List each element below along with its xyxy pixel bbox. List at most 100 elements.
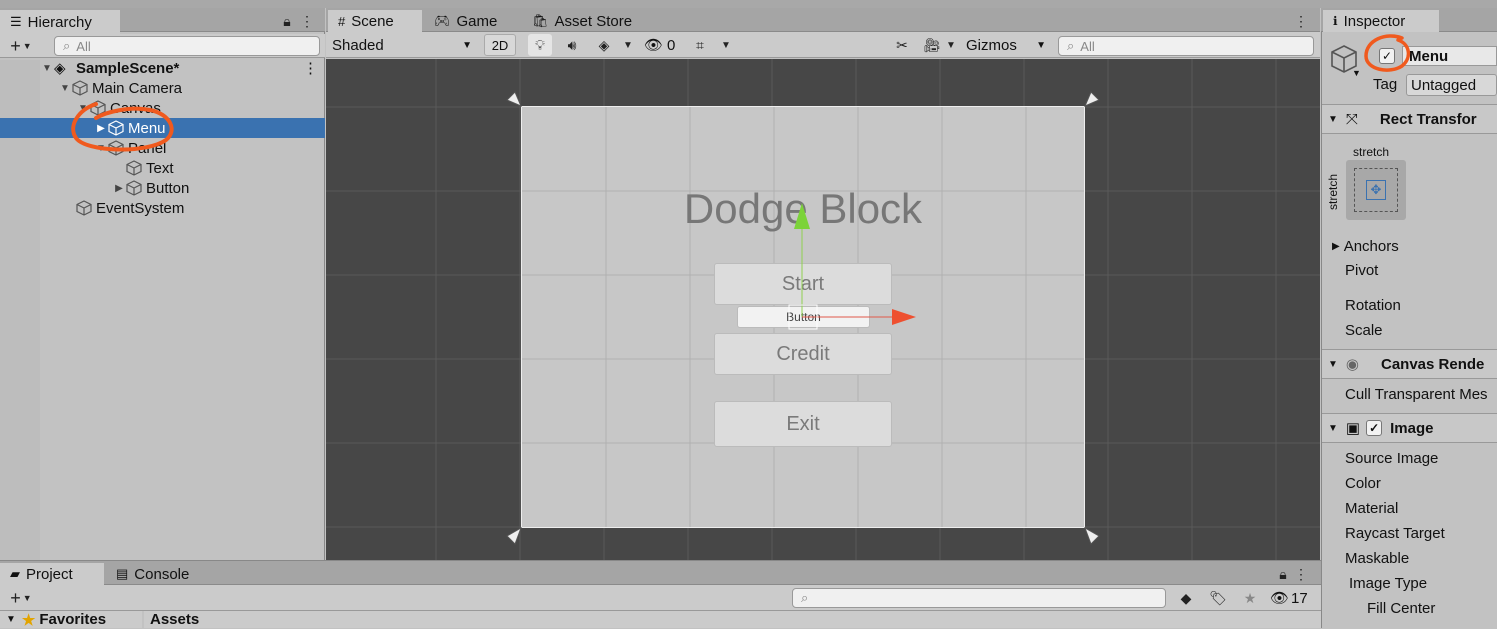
fill-center-row: Fill Center: [1367, 600, 1436, 617]
tree-item-text[interactable]: Text: [0, 158, 325, 178]
shading-dropdown[interactable]: Shaded ▼: [328, 34, 476, 56]
anchor-presets-button[interactable]: ✥: [1346, 160, 1406, 220]
canvas-renderer-header[interactable]: ▼ ◉ Canvas Rende: [1322, 349, 1497, 379]
tab-inspector[interactable]: ℹ Inspector: [1323, 10, 1439, 32]
gameobject-cube-icon: [90, 100, 106, 116]
chevron-down-icon[interactable]: ▼: [944, 34, 958, 56]
scene-root[interactable]: ▼ ◈ SampleScene* ⋮: [0, 58, 325, 78]
lighting-icon[interactable]: 💡︎: [528, 34, 552, 56]
search-icon: ⌕: [63, 38, 71, 53]
unity-scene-icon: ◈: [54, 60, 66, 77]
cull-row: Cull Transparent Mes: [1345, 386, 1488, 403]
more-icon[interactable]: ⋮: [1294, 565, 1308, 583]
console-icon: ▤: [116, 566, 129, 581]
favorites-row[interactable]: ▼ ★ Favorites: [0, 611, 142, 629]
expand-arrow-icon: ▶: [1332, 241, 1340, 252]
audio-icon[interactable]: 🔊︎: [560, 34, 584, 56]
more-icon[interactable]: ⋮: [303, 59, 318, 77]
rect-transform-icon: ⤧: [1345, 110, 1358, 128]
color-row: Color: [1345, 475, 1381, 492]
expand-arrow-icon[interactable]: ▶: [94, 123, 108, 134]
pivot-row: Pivot: [1345, 262, 1379, 279]
hidden-packages-toggle[interactable]: 👁︎ 17: [1270, 588, 1316, 608]
lock-icon[interactable]: 🔒︎: [280, 12, 294, 30]
info-icon: ℹ: [1333, 14, 1338, 28]
add-button[interactable]: + ▼: [6, 588, 36, 608]
list-icon: ☰: [10, 14, 22, 29]
expand-arrow-icon[interactable]: ▼: [40, 63, 54, 74]
folder-icon: ▰: [10, 566, 20, 581]
label-icon[interactable]: 🏷︎: [1208, 588, 1228, 608]
image-type-row: Image Type: [1349, 575, 1428, 592]
assets-breadcrumb[interactable]: Assets: [144, 611, 1321, 628]
anchor-preset-icon: ✥: [1354, 168, 1398, 212]
more-icon[interactable]: ⋮: [300, 12, 314, 30]
material-row: Material: [1345, 500, 1399, 517]
tree-item-eventsystem[interactable]: EventSystem: [0, 198, 325, 218]
stretch-side-label: stretch: [1326, 173, 1340, 210]
maskable-row: Maskable: [1345, 550, 1410, 567]
source-image-row: Source Image: [1345, 450, 1439, 467]
search-icon: ⌕: [801, 590, 809, 605]
tab-hierarchy[interactable]: ☰ Hierarchy: [0, 10, 120, 34]
tree-item-canvas[interactable]: ▼ Canvas: [0, 98, 325, 118]
tree-item-main-camera[interactable]: ▼ Main Camera: [0, 78, 325, 98]
hidden-objects-toggle[interactable]: 👁︎ 0: [644, 34, 684, 56]
expand-arrow-icon[interactable]: ▶: [112, 183, 126, 194]
rect-transform-header[interactable]: ▼ ⤧ Rect Transfor: [1322, 104, 1497, 134]
gameobject-cube-icon: [76, 200, 92, 216]
rotation-row: Rotation: [1345, 297, 1401, 314]
gameobject-cube-icon: [108, 140, 124, 156]
main-toolbar: [0, 0, 1497, 8]
chevron-down-icon[interactable]: ▼: [620, 34, 636, 56]
tag-label: Tag: [1373, 76, 1398, 93]
tag-dropdown[interactable]: Untagged: [1406, 74, 1497, 96]
eye-slash-icon: 👁︎: [644, 37, 664, 54]
gamepad-icon: 🎮︎: [434, 13, 451, 28]
hierarchy-search-input[interactable]: ⌕ All: [54, 36, 320, 56]
object-name-field[interactable]: Menu: [1402, 46, 1497, 66]
tab-project[interactable]: ▰ Project: [0, 563, 104, 585]
tab-scene[interactable]: # Scene: [328, 10, 422, 32]
shopping-bag-icon: 🛍︎: [532, 13, 549, 28]
2d-toggle[interactable]: 2D: [484, 34, 516, 56]
add-button[interactable]: + ▼: [6, 36, 36, 56]
eye-slash-icon: 👁︎: [1270, 590, 1290, 607]
image-header[interactable]: ▼ ▣ ✓ Image: [1322, 413, 1497, 443]
raycast-target-row: Raycast Target: [1345, 525, 1445, 542]
gizmos-dropdown[interactable]: Gizmos ▼: [962, 34, 1050, 56]
image-icon: ▣: [1345, 420, 1361, 437]
active-checkbox[interactable]: ✓: [1379, 48, 1395, 64]
chevron-down-icon[interactable]: ▼: [1352, 68, 1361, 78]
expand-arrow-icon: ▼: [1328, 113, 1338, 125]
tree-item-panel[interactable]: ▼ Panel: [0, 138, 325, 158]
star-icon[interactable]: ★: [1240, 588, 1260, 608]
anchors-row[interactable]: ▶ Anchors: [1322, 234, 1497, 259]
scale-row: Scale: [1345, 322, 1383, 339]
grid-snap-icon[interactable]: ⌗: [688, 34, 712, 56]
tab-asset-store[interactable]: 🛍︎ Asset Store: [522, 10, 642, 32]
tree-item-button[interactable]: ▶ Button: [0, 178, 325, 198]
tree-item-menu[interactable]: ▶ Menu: [0, 118, 325, 138]
scene-search-input[interactable]: ⌕ All: [1058, 36, 1314, 56]
image-enabled-checkbox[interactable]: ✓: [1366, 420, 1383, 436]
tab-console[interactable]: ▤ Console: [106, 563, 199, 585]
chevron-down-icon: ▼: [1036, 39, 1046, 51]
more-icon[interactable]: ⋮: [1294, 12, 1308, 30]
scene-viewport[interactable]: Dodge Block Start Button Credit Exit: [326, 59, 1320, 560]
project-search-input[interactable]: ⌕: [792, 588, 1166, 608]
expand-arrow-icon[interactable]: ▼: [76, 103, 90, 114]
effects-icon[interactable]: ◈: [592, 34, 616, 56]
expand-arrow-icon[interactable]: ▼: [94, 143, 108, 154]
tab-game[interactable]: 🎮︎ Game: [424, 10, 507, 32]
filter-by-type-icon[interactable]: ◆: [1176, 588, 1196, 608]
move-gizmo-icon[interactable]: [326, 59, 1320, 560]
gameobject-cube-icon: [108, 120, 124, 136]
tools-icon[interactable]: ✂: [890, 34, 914, 56]
grid-icon: #: [338, 13, 346, 29]
expand-arrow-icon[interactable]: ▼: [58, 83, 72, 94]
expand-arrow-icon: ▼: [6, 614, 16, 625]
camera-icon[interactable]: 🎥︎: [920, 34, 944, 56]
lock-icon[interactable]: 🔒︎: [1276, 565, 1290, 583]
chevron-down-icon[interactable]: ▼: [718, 34, 734, 56]
